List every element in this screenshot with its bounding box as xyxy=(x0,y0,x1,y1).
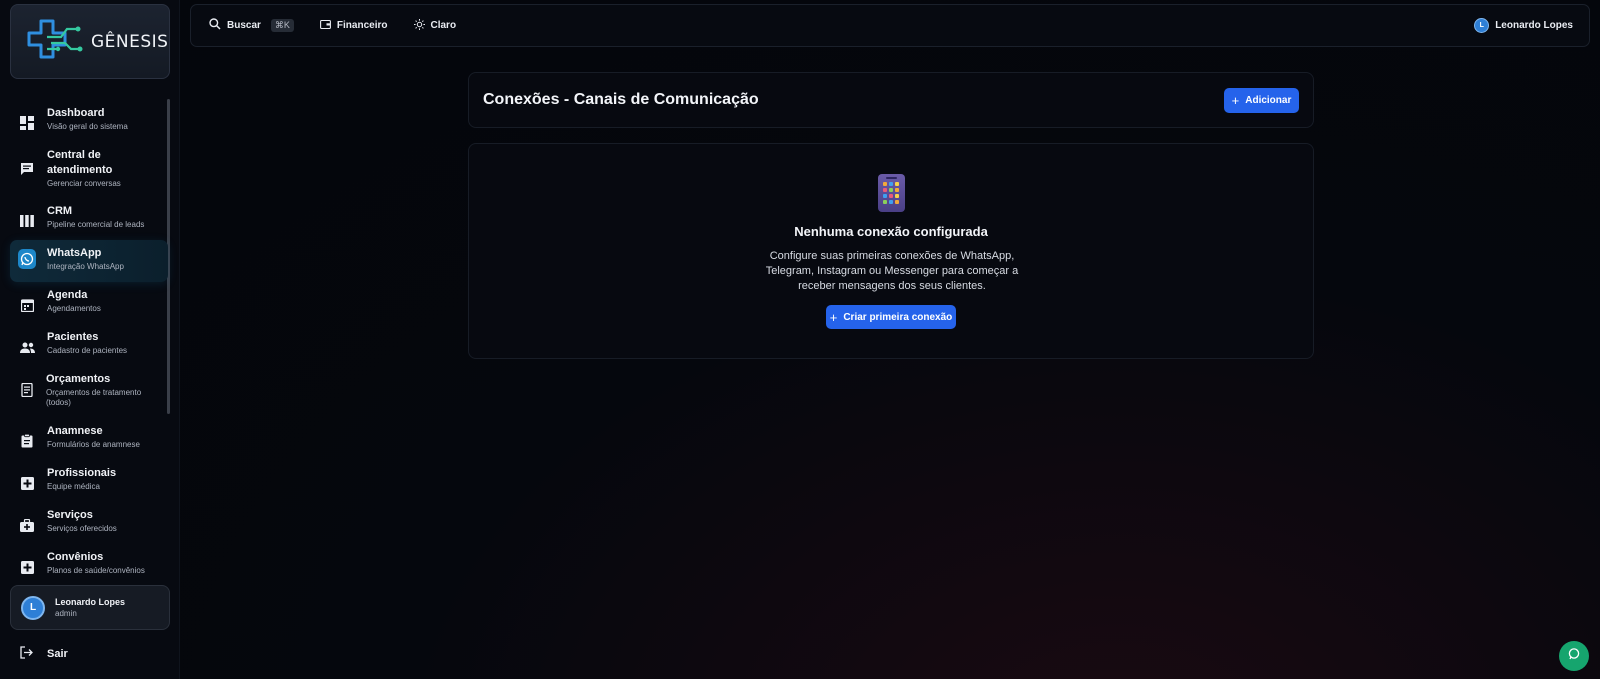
search-button[interactable]: Buscar ⌘K xyxy=(209,18,294,33)
sidebar-item-label: Dashboard xyxy=(47,107,105,119)
sidebar-item-orcamentos[interactable]: Orçamentos Orçamentos de tratamento (todo… xyxy=(10,366,168,418)
sidebar-item-label: Pacientes xyxy=(47,331,99,343)
theme-label: Claro xyxy=(430,20,457,31)
mobile-phone-icon xyxy=(878,174,905,212)
medical-plus-icon xyxy=(18,474,36,492)
sidebar-item-pacientes[interactable]: Pacientes Cadastro de pacientes xyxy=(10,324,168,366)
logout-label: Sair xyxy=(47,648,68,660)
sidebar-user-card[interactable]: L Leonardo Lopes admin xyxy=(10,585,170,630)
sidebar-item-subtitle: Pipeline comercial de leads xyxy=(47,220,145,229)
add-connection-button[interactable]: + Adicionar xyxy=(1224,88,1299,113)
cta-label: Criar primeira conexão xyxy=(843,311,953,323)
user-role: admin xyxy=(55,609,77,618)
sidebar-item-label: Convênios xyxy=(47,551,104,563)
calendar-icon xyxy=(18,296,36,314)
people-icon xyxy=(18,338,36,356)
page-header: Conexões - Canais de Comunicação + Adici… xyxy=(468,72,1314,128)
sidebar-item-subtitle: Formulários de anamnese xyxy=(47,440,140,449)
sidebar-item-central-de-atendimento[interactable]: Central de atendimento Gerenciar conversa… xyxy=(10,142,168,198)
search-shortcut: ⌘K xyxy=(270,19,294,32)
plus-icon: + xyxy=(1231,93,1240,108)
empty-state: Nenhuma conexão configurada Configure su… xyxy=(468,143,1314,359)
logout-button[interactable]: Sair xyxy=(20,646,68,662)
sidebar: GÊNESIS Dashboard Visão geral do sistema … xyxy=(0,0,180,679)
logout-icon xyxy=(20,646,33,662)
sidebar-item-convenios[interactable]: Convênios Planos de saúde/convênios xyxy=(10,544,168,586)
search-label: Buscar xyxy=(227,20,261,31)
brand-logo[interactable]: GÊNESIS xyxy=(10,4,170,79)
sidebar-item-label: Profissionais xyxy=(47,467,117,479)
sidebar-item-label: CRM xyxy=(47,205,73,217)
sidebar-item-agenda[interactable]: Agenda Agendamentos xyxy=(10,282,168,324)
plus-icon: + xyxy=(829,309,838,325)
sidebar-item-subtitle: Visão geral do sistema xyxy=(47,122,128,131)
sidebar-item-label: Agenda xyxy=(47,289,88,301)
chat-bubble-icon xyxy=(1568,647,1580,665)
sidebar-item-subtitle: Planos de saúde/convênios xyxy=(47,566,145,575)
finance-button[interactable]: Financeiro xyxy=(319,19,388,32)
sidebar-item-subtitle: Orçamentos de tratamento (todos) xyxy=(46,388,142,407)
logo-cross-icon xyxy=(27,19,83,58)
avatar: L xyxy=(21,595,45,620)
theme-toggle[interactable]: Claro xyxy=(413,18,457,33)
topbar: Buscar ⌘K Financeiro Claro L Leonardo Lo… xyxy=(190,4,1590,47)
dashboard-icon xyxy=(18,114,36,132)
user-name: Leonardo Lopes xyxy=(55,597,126,607)
wallet-icon xyxy=(319,19,331,32)
receipt-icon xyxy=(18,381,36,399)
sidebar-item-subtitle: Serviços oferecidos xyxy=(47,524,117,533)
topbar-user-name: Leonardo Lopes xyxy=(1495,20,1573,31)
sidebar-item-label: WhatsApp xyxy=(47,247,102,259)
chat-icon xyxy=(18,160,36,178)
sidebar-item-subtitle: Equipe médica xyxy=(47,482,100,491)
medical-bag-icon xyxy=(18,516,36,534)
clipboard-icon xyxy=(18,432,36,450)
sidebar-item-whatsapp[interactable]: WhatsApp Integração WhatsApp xyxy=(10,240,168,282)
create-first-connection-button[interactable]: + Criar primeira conexão xyxy=(826,305,956,329)
sidebar-item-anamnese[interactable]: Anamnese Formulários de anamnese xyxy=(10,418,168,460)
sidebar-item-dashboard[interactable]: Dashboard Visão geral do sistema xyxy=(10,100,168,142)
finance-label: Financeiro xyxy=(336,20,388,31)
search-icon xyxy=(209,18,221,33)
sidebar-item-crm[interactable]: CRM Pipeline comercial de leads xyxy=(10,198,168,240)
add-button-label: Adicionar xyxy=(1245,95,1292,106)
sidebar-item-subtitle: Cadastro de pacientes xyxy=(47,346,128,355)
sidebar-item-label: Anamnese xyxy=(47,425,103,437)
whatsapp-icon xyxy=(18,249,36,269)
sidebar-item-profissionais[interactable]: Profissionais Equipe médica xyxy=(10,460,168,502)
empty-state-description: Configure suas primeiras conexões de Wha… xyxy=(765,250,1019,292)
sidebar-item-label: Central de atendimento xyxy=(47,149,113,176)
kanban-icon xyxy=(18,212,36,230)
medical-plus-icon xyxy=(18,558,36,576)
sidebar-item-subtitle: Gerenciar conversas xyxy=(47,179,121,188)
sidebar-item-label: Orçamentos xyxy=(46,373,111,385)
floating-chat-button[interactable] xyxy=(1559,641,1589,671)
sun-icon xyxy=(413,18,425,33)
page-title: Conexões - Canais de Comunicação xyxy=(483,91,759,108)
sidebar-item-servicos[interactable]: Serviços Serviços oferecidos xyxy=(10,502,168,544)
sidebar-item-subtitle: Integração WhatsApp xyxy=(47,262,124,271)
avatar: L xyxy=(1474,18,1490,33)
sidebar-item-label: Serviços xyxy=(47,509,93,521)
brand-name: GÊNESIS xyxy=(91,31,169,52)
empty-state-title: Nenhuma conexão configurada xyxy=(794,224,988,239)
sidebar-item-subtitle: Agendamentos xyxy=(47,304,101,313)
topbar-user-menu[interactable]: L Leonardo Lopes xyxy=(1474,18,1573,33)
sidebar-nav: Dashboard Visão geral do sistema Central … xyxy=(10,100,168,586)
